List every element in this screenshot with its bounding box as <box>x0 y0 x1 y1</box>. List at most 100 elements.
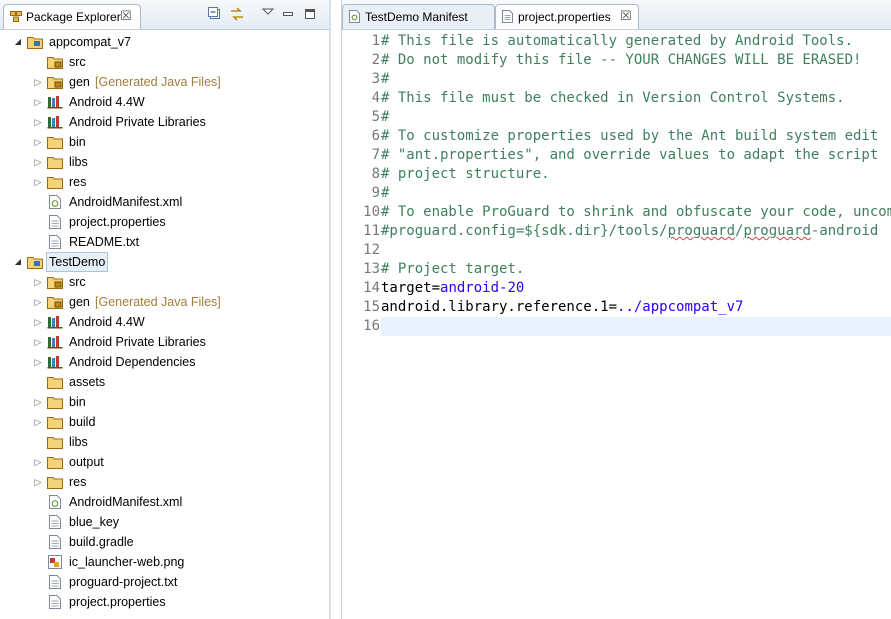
collapsed-arrow-icon[interactable]: ▷ <box>33 272 43 292</box>
tree-item-ic-launcher-web-png[interactable]: ic_launcher-web.png <box>0 552 329 572</box>
code-line[interactable]: # To customize properties used by the An… <box>381 127 878 146</box>
tree-item-libs[interactable]: ▷ libs <box>0 152 329 172</box>
tab-project-properties[interactable]: project.properties ☒ <box>495 4 639 29</box>
tab-testdemo-manifest[interactable]: TestDemo Manifest <box>342 4 495 29</box>
tree-item-src[interactable]: src <box>0 52 329 72</box>
tree-item-output[interactable]: ▷ output <box>0 452 329 472</box>
view-menu-icon[interactable] <box>261 5 275 19</box>
tree-item-androidmanifest-xml[interactable]: AndroidManifest.xml <box>0 192 329 212</box>
package-explorer-icon <box>10 11 22 22</box>
tree-item-res[interactable]: ▷ res <box>0 472 329 492</box>
library-icon <box>47 315 63 329</box>
tree-item-assets[interactable]: assets <box>0 372 329 392</box>
tree-item-gen[interactable]: ▷ gen [Generated Java Files] <box>0 292 329 312</box>
file-icon <box>47 215 63 229</box>
code-line[interactable]: #proguard.config=${sdk.dir}/tools/progua… <box>381 222 878 241</box>
code-line[interactable]: # Do not modify this file -- YOUR CHANGE… <box>381 51 861 70</box>
line-number: 2 <box>371 52 380 68</box>
tree-item-android-4-4w[interactable]: ▷ Android 4.4W <box>0 312 329 332</box>
package-folder-icon <box>47 275 63 289</box>
tree-item-label: project.properties <box>69 595 166 609</box>
line-number: 13 <box>363 261 380 277</box>
tree-item-label: libs <box>69 155 88 169</box>
tree-item-proguard-project-txt[interactable]: proguard-project.txt <box>0 572 329 592</box>
code-line[interactable]: # To enable ProGuard to shrink and obfus… <box>381 203 891 222</box>
tree-item-android-private-libraries[interactable]: ▷ Android Private Libraries <box>0 112 329 132</box>
code-token: # This file is automatically generated b… <box>381 33 854 49</box>
collapsed-arrow-icon[interactable]: ▷ <box>33 112 43 132</box>
collapsed-arrow-icon[interactable]: ▷ <box>33 452 43 472</box>
code-line[interactable]: # This file must be checked in Version C… <box>381 89 845 108</box>
code-token: android.library.reference.1= <box>381 299 618 315</box>
tree-item-label: appcompat_v7 <box>49 35 132 49</box>
maximize-icon[interactable] <box>303 7 317 21</box>
collapsed-arrow-icon[interactable]: ▷ <box>33 412 43 432</box>
tree-item-android-4-4w[interactable]: ▷ Android 4.4W <box>0 92 329 112</box>
tree-item-build[interactable]: ▷ build <box>0 412 329 432</box>
code-line[interactable]: android.library.reference.1=../appcompat… <box>381 298 743 317</box>
expanded-arrow-icon[interactable]: ◢ <box>13 32 23 52</box>
minimize-icon[interactable] <box>281 7 295 21</box>
tree-item-appcompat-v7[interactable]: ◢ appcompat_v7 <box>0 32 329 52</box>
collapse-all-icon[interactable] <box>208 7 222 21</box>
collapsed-arrow-icon[interactable]: ▷ <box>33 472 43 492</box>
tree-item-res[interactable]: ▷ res <box>0 172 329 192</box>
file-icon <box>47 575 63 589</box>
collapsed-arrow-icon[interactable]: ▷ <box>33 312 43 332</box>
tree-item-label: gen <box>69 295 90 309</box>
panel-divider[interactable] <box>329 0 331 619</box>
collapsed-arrow-icon[interactable]: ▷ <box>33 392 43 412</box>
tree-item-blue-key[interactable]: blue_key <box>0 512 329 532</box>
code-line[interactable]: # project structure. <box>381 165 550 184</box>
code-line[interactable]: # Project target. <box>381 260 524 279</box>
tree-item-testdemo[interactable]: ◢ TestDemo <box>0 252 329 272</box>
code-line[interactable]: # "ant.properties", and override values … <box>381 146 878 165</box>
tree-item-project-properties[interactable]: project.properties <box>0 212 329 232</box>
line-number: 12 <box>363 242 380 258</box>
tree-item-build-gradle[interactable]: build.gradle <box>0 532 329 552</box>
library-icon <box>47 115 63 129</box>
code-line[interactable]: # <box>381 70 389 89</box>
link-with-editor-icon[interactable] <box>230 7 244 21</box>
close-icon[interactable]: ☒ <box>120 8 132 24</box>
package-explorer-tabbar: Package Explorer ☒ <box>0 0 330 30</box>
tree-item-libs[interactable]: libs <box>0 432 329 452</box>
code-line[interactable]: # <box>381 108 389 127</box>
tree-item-androidmanifest-xml[interactable]: AndroidManifest.xml <box>0 492 329 512</box>
tree-item-bin[interactable]: ▷ bin <box>0 132 329 152</box>
tree-item-bin[interactable]: ▷ bin <box>0 392 329 412</box>
tree-item-label: res <box>69 475 87 489</box>
collapsed-arrow-icon[interactable]: ▷ <box>33 292 43 312</box>
text-editor[interactable]: 1 # This file is automatically generated … <box>342 30 891 619</box>
tab-package-explorer[interactable]: Package Explorer ☒ <box>3 4 141 29</box>
tree-item-project-properties[interactable]: project.properties <box>0 592 329 612</box>
tree-item-label: res <box>69 175 87 189</box>
collapsed-arrow-icon[interactable]: ▷ <box>33 132 43 152</box>
tree-item-android-dependencies[interactable]: ▷ Android Dependencies <box>0 352 329 372</box>
line-number: 6 <box>371 128 380 144</box>
collapsed-arrow-icon[interactable]: ▷ <box>33 152 43 172</box>
file-icon <box>47 515 63 529</box>
tree-item-label: build.gradle <box>69 535 134 549</box>
code-token: android-20 <box>440 280 525 296</box>
tree-item-src[interactable]: ▷ src <box>0 272 329 292</box>
tab-package-explorer-label: Package Explorer <box>26 10 121 24</box>
code-line[interactable]: # This file is automatically generated b… <box>381 32 853 51</box>
folder-icon <box>47 155 63 169</box>
tree-item-label: TestDemo <box>46 252 109 272</box>
collapsed-arrow-icon[interactable]: ▷ <box>33 332 43 352</box>
tree-item-android-private-libraries[interactable]: ▷ Android Private Libraries <box>0 332 329 352</box>
collapsed-arrow-icon[interactable]: ▷ <box>33 352 43 372</box>
expanded-arrow-icon[interactable]: ◢ <box>13 252 23 272</box>
line-number: 14 <box>363 280 380 296</box>
collapsed-arrow-icon[interactable]: ▷ <box>33 92 43 112</box>
close-icon[interactable]: ☒ <box>620 8 632 24</box>
code-line[interactable]: # <box>381 184 389 203</box>
code-line[interactable]: target=android-20 <box>381 279 524 298</box>
collapsed-arrow-icon[interactable]: ▷ <box>33 72 43 92</box>
package-folder-icon <box>47 75 63 89</box>
tree-item-gen[interactable]: ▷ gen [Generated Java Files] <box>0 72 329 92</box>
collapsed-arrow-icon[interactable]: ▷ <box>33 172 43 192</box>
tree-item-readme-txt[interactable]: README.txt <box>0 232 329 252</box>
code-token: # This file must be checked in Version C… <box>381 90 845 106</box>
